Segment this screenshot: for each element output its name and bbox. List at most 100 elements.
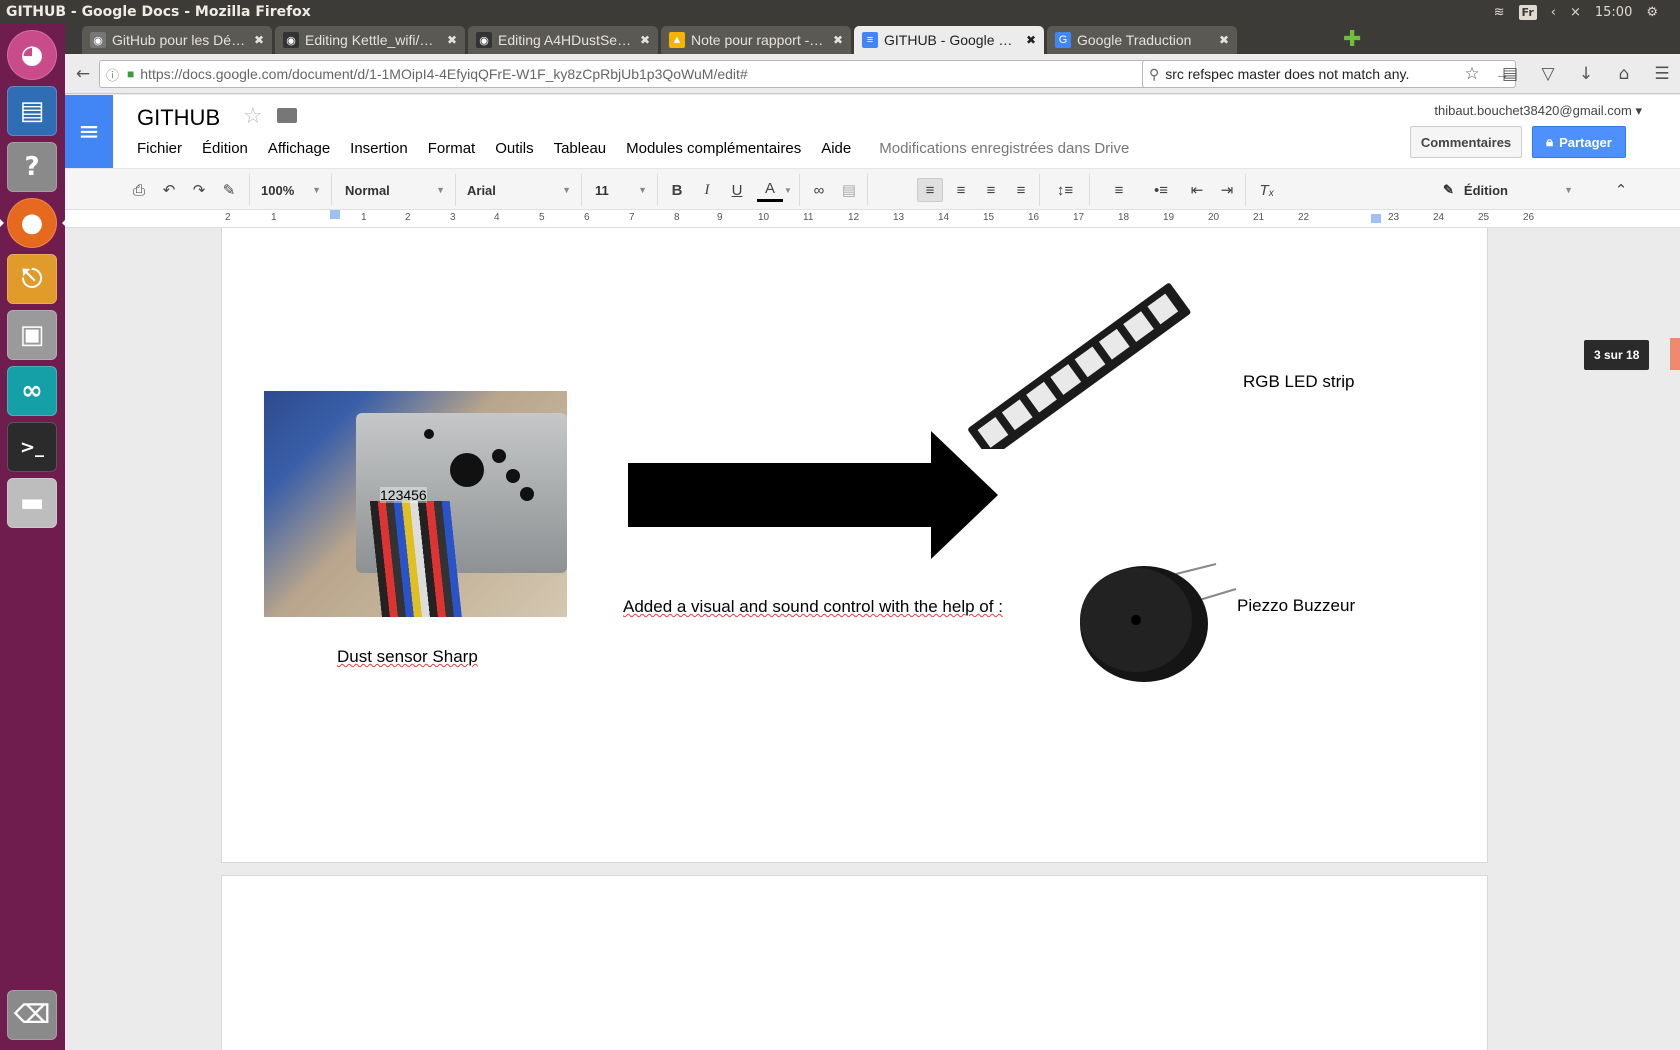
menu-icon[interactable]: ☰	[1650, 62, 1674, 86]
editing-mode-select[interactable]: ✎ Édition ▼	[1443, 178, 1573, 202]
menu-modules[interactable]: Modules complémentaires	[626, 140, 801, 157]
menu-tableau[interactable]: Tableau	[554, 140, 607, 157]
downloads-icon[interactable]: ↓	[1574, 62, 1598, 86]
arrow-icon[interactable]	[628, 431, 998, 559]
document-canvas[interactable]: 123456 Dust sensor Sharp Added a visual …	[65, 228, 1680, 1050]
new-tab-icon[interactable]: ✚	[1343, 27, 1361, 52]
sensor-caption[interactable]: Dust sensor Sharp	[337, 647, 478, 667]
close-icon[interactable]: ✖	[833, 33, 843, 47]
link-icon[interactable]: ∞	[807, 178, 831, 202]
home-icon[interactable]: ⌂	[1612, 62, 1636, 86]
led-caption[interactable]: RGB LED strip	[1243, 372, 1354, 392]
account-email[interactable]: thibaut.bouchet38420@gmail.com ▾	[1434, 103, 1642, 119]
undo-icon[interactable]: ↶	[159, 178, 179, 202]
comment-icon[interactable]: ▤	[837, 178, 861, 202]
volume-icon[interactable]: ×	[1570, 5, 1581, 20]
dust-sensor-image[interactable]: 123456	[264, 391, 567, 617]
added-text[interactable]: Added a visual and sound control with th…	[623, 597, 1003, 617]
print-icon[interactable]: ⎙	[129, 178, 149, 202]
menu-edition[interactable]: Édition	[202, 140, 248, 157]
piezo-buzzer-image[interactable]	[1066, 544, 1246, 684]
close-icon[interactable]: ✖	[1026, 33, 1036, 47]
increase-indent-icon[interactable]: ⇥	[1215, 178, 1239, 202]
menu-outils[interactable]: Outils	[495, 140, 533, 157]
firefox-icon[interactable]: ●	[0, 198, 66, 248]
clock[interactable]: 15:00	[1595, 5, 1632, 20]
tab-editing-a4hdust[interactable]: ◉ Editing A4HDustSen… ✖	[468, 26, 658, 54]
document-page[interactable]	[221, 875, 1488, 1050]
right-indent-marker[interactable]	[1371, 214, 1381, 223]
menu-format[interactable]: Format	[428, 140, 476, 157]
tab-editing-kettle[interactable]: ◉ Editing Kettle_wifi/… ✖	[275, 26, 465, 54]
url-text[interactable]: https://docs.google.com/document/d/1-1MO…	[140, 66, 1138, 82]
italic-icon[interactable]: I	[697, 178, 717, 202]
url-bar[interactable]: ⓘ ■ https://docs.google.com/document/d/1…	[99, 60, 1167, 88]
scrollbar-thumb[interactable]	[1670, 338, 1680, 370]
menu-insertion[interactable]: Insertion	[350, 140, 408, 157]
line-spacing-icon[interactable]: ↕≡	[1047, 178, 1083, 202]
circuit-tool-icon[interactable]: ⎋	[7, 254, 57, 304]
indent-marker[interactable]	[330, 210, 340, 219]
drive-icon[interactable]: ▬	[7, 478, 57, 528]
ruler[interactable]: 2 1 1 2 3 4 5 6 7 8 9 10 11 12 13 14 15 …	[65, 210, 1680, 228]
comments-button[interactable]: Commentaires	[1410, 126, 1522, 158]
terminal-icon[interactable]: >_	[7, 422, 57, 472]
search-input[interactable]: src refspec master does not match any.	[1165, 66, 1489, 82]
decrease-indent-icon[interactable]: ⇤	[1185, 178, 1209, 202]
underline-icon[interactable]: U	[727, 178, 747, 202]
font-size-select[interactable]: 11 ▼	[595, 178, 647, 202]
close-icon[interactable]: ✖	[254, 33, 264, 47]
ubuntu-dash-icon[interactable]: ◕	[7, 30, 57, 80]
info-icon[interactable]: ⓘ	[106, 65, 119, 84]
close-icon[interactable]: ✖	[447, 33, 457, 47]
text-color-icon[interactable]: A	[757, 178, 783, 202]
writer-icon[interactable]: ▤	[7, 86, 57, 136]
share-button[interactable]: 🔒︎ Partager	[1532, 126, 1626, 158]
folder-icon[interactable]	[277, 108, 297, 123]
bookmark-star-icon[interactable]: ☆	[1460, 62, 1484, 86]
chevron-down-icon: ▼	[312, 185, 321, 195]
buzzer-caption[interactable]: Piezzo Buzzeur	[1237, 596, 1355, 616]
bluetooth-icon[interactable]: ‹	[1551, 5, 1556, 20]
keyboard-layout[interactable]: Fr	[1518, 4, 1537, 20]
help-icon[interactable]: ?	[7, 142, 57, 192]
close-icon[interactable]: ✖	[640, 33, 650, 47]
docs-home-icon[interactable]: ≡	[65, 95, 113, 168]
settings-icon[interactable]: ⚙	[1646, 5, 1658, 20]
tab-google-traduction[interactable]: G Google Traduction ✖	[1047, 26, 1237, 54]
led-strip-image[interactable]	[955, 259, 1195, 449]
menu-aide[interactable]: Aide	[821, 140, 851, 157]
star-icon[interactable]: ☆	[243, 104, 263, 129]
tab-github-debutants[interactable]: ◉ GitHub pour les Déb… ✖	[82, 26, 272, 54]
align-right-icon[interactable]: ≡	[979, 178, 1003, 202]
wifi-icon[interactable]: ≋	[1494, 5, 1505, 20]
clear-formatting-icon[interactable]: Tₓ	[1255, 178, 1279, 202]
bold-icon[interactable]: B	[667, 178, 687, 202]
document-title[interactable]: GITHUB	[137, 105, 220, 131]
numbered-list-icon[interactable]: ≡	[1101, 178, 1137, 202]
bulleted-list-icon[interactable]: •≡	[1143, 178, 1179, 202]
trash-icon[interactable]: ⌫	[7, 990, 57, 1040]
paint-format-icon[interactable]: ✎	[219, 178, 239, 202]
file-manager-icon[interactable]: ▣	[7, 310, 57, 360]
menu-affichage[interactable]: Affichage	[268, 140, 330, 157]
collapse-menu-icon[interactable]: ⌃	[1609, 178, 1633, 202]
save-status[interactable]: Modifications enregistrées dans Drive	[879, 140, 1129, 157]
arduino-icon[interactable]: ∞	[7, 366, 57, 416]
tab-github-docs[interactable]: ≡ GITHUB - Google Docs ✖	[854, 26, 1044, 54]
font-select[interactable]: Arial ▼	[467, 178, 571, 202]
align-left-icon[interactable]: ≡	[917, 178, 943, 202]
close-icon[interactable]: ✖	[1219, 33, 1229, 47]
style-select[interactable]: Normal ▼	[345, 178, 445, 202]
tab-note-rapport[interactable]: ▲ Note pour rapport - … ✖	[661, 26, 851, 54]
justify-icon[interactable]: ≡	[1009, 178, 1033, 202]
zoom-select[interactable]: 100% ▼	[261, 178, 321, 202]
chevron-down-icon[interactable]: ▼	[783, 178, 793, 202]
bookmarks-list-icon[interactable]: ▤	[1498, 62, 1522, 86]
document-page[interactable]: 123456 Dust sensor Sharp Added a visual …	[221, 228, 1488, 863]
back-icon[interactable]: ←	[71, 62, 95, 86]
align-center-icon[interactable]: ≡	[949, 178, 973, 202]
pocket-icon[interactable]: ▽	[1536, 62, 1560, 86]
menu-fichier[interactable]: Fichier	[137, 140, 182, 157]
redo-icon[interactable]: ↷	[189, 178, 209, 202]
